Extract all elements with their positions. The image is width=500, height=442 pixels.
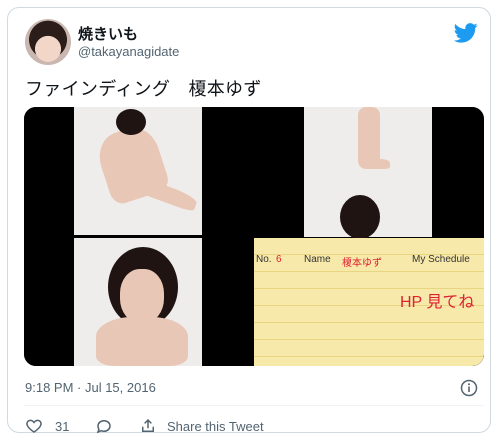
schedule-header: My Schedule: [412, 254, 470, 265]
media-photo-1[interactable]: [24, 107, 252, 366]
share-label: Share this Tweet: [167, 418, 264, 434]
twitter-bird-icon[interactable]: [454, 23, 478, 43]
tweet-card[interactable]: 焼きいも @takayanagidate ファインディング 榎本ゆず No. 6…: [7, 7, 491, 435]
author-display-name[interactable]: 焼きいも: [78, 23, 138, 44]
share-button[interactable]: Share this Tweet: [139, 417, 264, 435]
schedule-name-value: 榎本ゆず: [342, 258, 382, 269]
like-count: 31: [55, 418, 70, 434]
reply-icon: [96, 419, 111, 434]
media-photo-4[interactable]: No. 6 Name 榎本ゆず My Schedule HP 見てね: [254, 187, 484, 366]
schedule-no-label: No.: [256, 254, 272, 265]
like-button[interactable]: 31: [25, 417, 69, 435]
schedule-no-value: 6: [276, 254, 282, 265]
author-avatar[interactable]: [25, 19, 71, 65]
tweet-media-grid[interactable]: No. 6 Name 榎本ゆず My Schedule HP 見てね: [24, 107, 484, 366]
heart-icon: [26, 419, 42, 433]
reply-button[interactable]: [95, 417, 113, 435]
schedule-name-label: Name: [304, 254, 331, 265]
divider: [24, 405, 484, 406]
info-icon[interactable]: [460, 379, 478, 397]
author-handle[interactable]: @takayanagidate: [78, 44, 179, 59]
schedule-note: HP 見てね: [400, 294, 475, 311]
share-icon: [142, 418, 154, 432]
tweet-timestamp[interactable]: 9:18 PM · Jul 15, 2016: [25, 380, 156, 395]
tweet-text: ファインディング 榎本ゆず: [25, 79, 262, 99]
